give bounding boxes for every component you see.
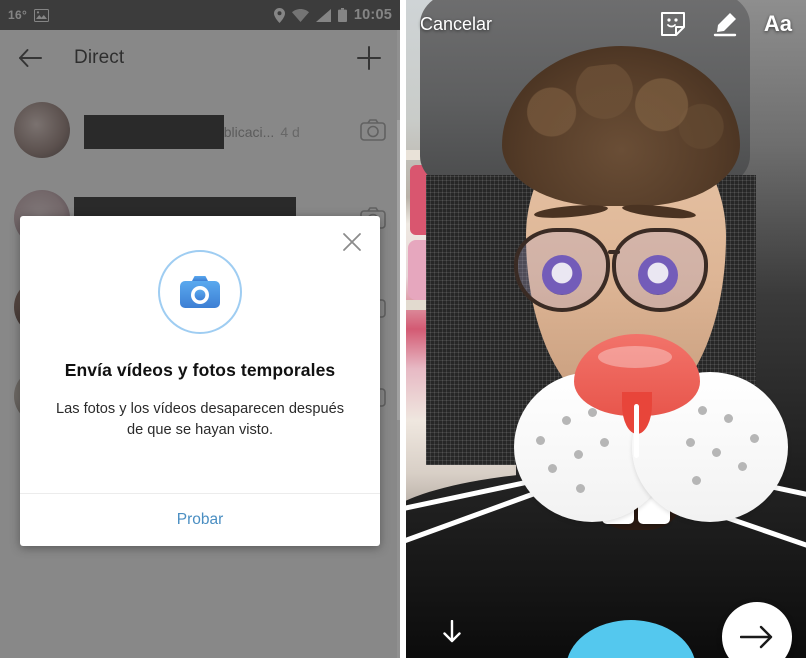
next-button[interactable] [722,602,792,658]
freckle [750,434,759,443]
camera-preview: Cancelar Aa [406,0,806,658]
draw-pen-icon[interactable] [712,11,738,37]
cancel-button[interactable]: Cancelar [420,14,492,35]
freckle [562,416,571,425]
try-button[interactable]: Probar [20,494,380,546]
freckle [698,406,707,415]
freckle [548,464,557,473]
freckle [712,448,721,457]
freckle [536,436,545,445]
freckle [600,438,609,447]
sticker-icon[interactable] [660,11,686,37]
freckle [576,484,585,493]
dialog-title: Envía vídeos y fotos temporales [64,360,336,380]
freckle [574,450,583,459]
temporary-media-dialog: Envía vídeos y fotos temporales Las foto… [20,216,380,546]
right-camera-panel: Cancelar Aa [406,0,806,658]
glasses-bridge [608,250,620,254]
freckle [692,476,701,485]
freckle [724,414,733,423]
camera-tools: Aa [660,11,792,37]
muzzle-line [634,404,639,458]
dialog-body: Envía vídeos y fotos temporales Las foto… [20,216,380,467]
camera-bottom-bar [406,594,806,658]
freckle [738,462,747,471]
download-arrow-icon[interactable] [442,619,462,646]
left-phone-panel: 16° [0,0,400,658]
text-tool-icon[interactable]: Aa [764,11,792,37]
camera-icon [158,250,242,334]
freckle [686,438,695,447]
freckle [588,408,597,417]
close-x-icon[interactable] [334,224,370,260]
camera-top-bar: Cancelar Aa [406,0,806,48]
screenshot-root: 16° [0,0,806,658]
nose-highlight [598,346,672,368]
scrollbar-thumb[interactable] [397,120,400,420]
arrow-right-icon [740,625,773,649]
dialog-description: Las fotos y los vídeos desaparecen despu… [55,401,344,438]
